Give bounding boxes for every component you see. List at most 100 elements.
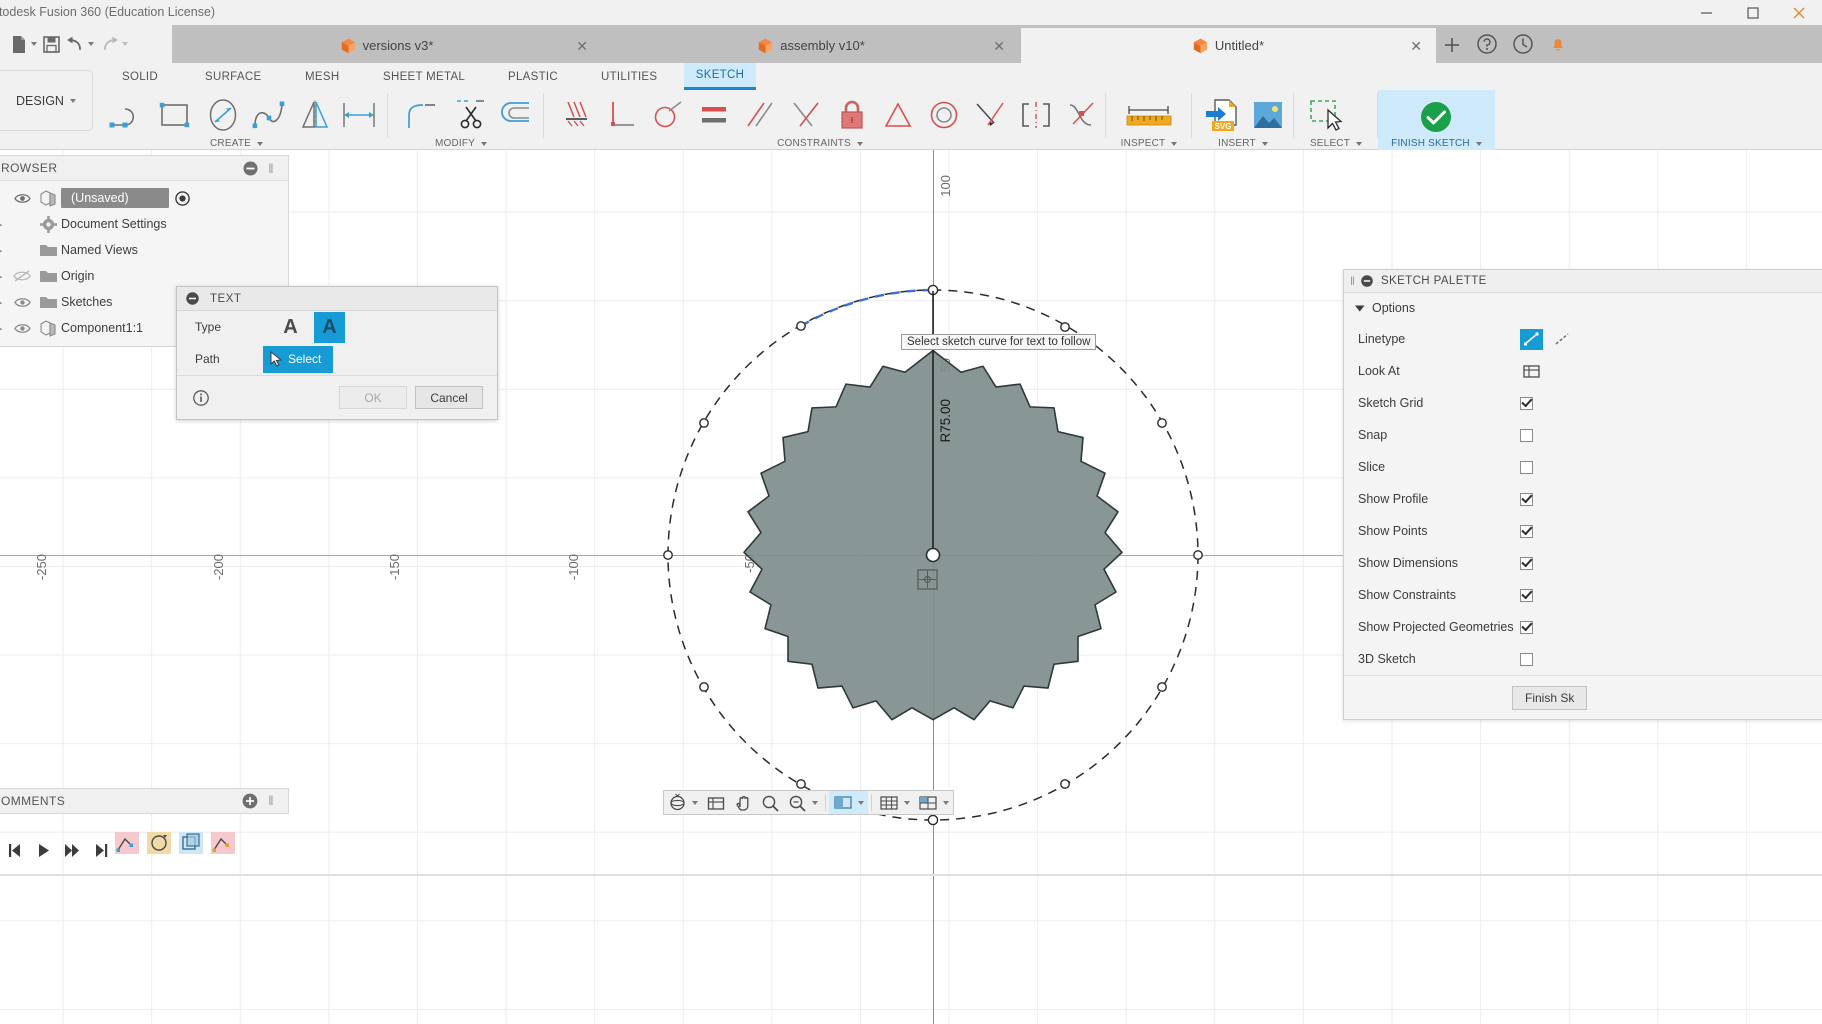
collapse-palette-icon[interactable] [1361,275,1373,287]
timeline-extrude-feature[interactable] [176,828,206,858]
collinear-constraint[interactable] [598,92,646,137]
ribbon-group-label-inspect[interactable]: INSPECT [1106,138,1192,149]
linetype-normal-swatch[interactable] [1520,329,1543,350]
zoom-button[interactable] [757,791,784,814]
slice-checkbox[interactable] [1520,461,1533,474]
browser-item-document-settings[interactable]: ▷ Document Settings [0,211,288,237]
rectangle-tool[interactable] [151,92,199,137]
visibility-eye-icon[interactable] [9,322,35,335]
line-tool[interactable] [103,92,151,137]
close-tab-icon[interactable]: ✕ [576,39,588,53]
fillet-tool[interactable] [398,92,446,137]
activate-component-radio[interactable] [175,191,190,206]
info-icon[interactable] [193,390,209,406]
timeline-step-back-begin[interactable] [6,842,23,859]
undo-button[interactable] [64,31,96,57]
ribbon-group-label-modify[interactable]: MODIFY [388,138,534,149]
show-points-checkbox[interactable] [1520,525,1533,538]
tab-surface[interactable]: SURFACE [194,63,272,90]
panel-grip-icon[interactable]: ‖ [1350,274,1353,288]
tab-mesh[interactable]: MESH [294,63,350,90]
browser-item-named-views[interactable]: ▷ Named Views [0,237,288,263]
midpoint-constraint[interactable] [874,92,922,137]
curvature-constraint[interactable] [966,92,1014,137]
timeline-sketch2-feature[interactable] [208,828,238,858]
text-on-path-type-button[interactable]: A [314,312,345,343]
expand-arrow-icon[interactable]: ▷ [0,244,9,257]
visibility-eye-icon[interactable] [9,296,35,309]
parallel-constraint[interactable] [736,92,784,137]
plain-text-type-button[interactable]: A [275,312,306,343]
plus-circle-icon[interactable] [242,793,258,809]
concentric-constraint[interactable] [644,92,692,137]
snap-checkbox[interactable] [1520,429,1533,442]
notifications-bell-icon[interactable] [1546,32,1572,58]
fix-unfix-constraint[interactable] [828,92,876,137]
trim-tool[interactable] [446,92,494,137]
tab-solid[interactable]: SOLID [111,63,169,90]
close-tab-icon[interactable]: ✕ [1410,39,1422,53]
timeline-play[interactable] [35,842,52,859]
expand-arrow-icon[interactable]: ▷ [0,218,9,231]
tab-sheet-metal[interactable]: SHEET METAL [372,63,476,90]
collapse-dialog-icon[interactable] [186,292,199,305]
symmetry-constraint[interactable] [1012,92,1060,137]
show-projected-geometries-checkbox[interactable] [1520,621,1533,634]
help-icon[interactable] [1475,32,1501,58]
viewports-button[interactable] [914,791,953,814]
timeline-sketch-feature[interactable] [112,828,142,858]
redo-button[interactable] [98,31,130,57]
cancel-button[interactable]: Cancel [415,386,483,409]
ok-button[interactable]: OK [339,386,407,409]
ribbon-group-label-constraints[interactable]: CONSTRAINTS [544,138,1096,149]
save-button[interactable] [41,31,62,57]
green-check-icon[interactable] [1412,94,1460,139]
expand-arrow-icon[interactable]: ▷ [0,296,9,309]
new-tab-button[interactable] [1440,33,1464,57]
insert-image-tool[interactable] [1244,92,1292,137]
finish-sketch-label[interactable]: FINISH SKETCH [1378,138,1495,149]
tab-sketch[interactable]: SKETCH [684,63,756,90]
3d-sketch-checkbox[interactable] [1520,653,1533,666]
mirror-tool[interactable] [291,92,339,137]
tangent-constraint[interactable] [920,92,968,137]
show-profile-checkbox[interactable] [1520,493,1533,506]
radius-dimension-label[interactable]: R75.00 [938,399,953,443]
equal-constraint[interactable] [690,92,738,137]
spline-tool[interactable] [245,92,293,137]
look-at-button[interactable] [702,791,730,814]
linetype-construction-swatch[interactable] [1551,329,1574,350]
palette-finish-sketch-button[interactable]: Finish Sk [1512,686,1587,710]
orbit-button[interactable] [664,791,702,814]
perpendicular-constraint[interactable] [782,92,830,137]
offset-tool[interactable] [492,92,540,137]
ribbon-group-label-create[interactable]: CREATE [95,138,378,149]
select-tool[interactable] [1304,92,1352,137]
show-constraints-checkbox[interactable] [1520,589,1533,602]
close-tab-icon[interactable]: ✕ [993,39,1005,53]
circle-tool[interactable] [199,92,247,137]
visibility-eye-icon[interactable] [9,192,35,205]
collapse-panel-icon[interactable] [243,161,258,176]
ribbon-group-label-select[interactable]: SELECT [1294,138,1378,149]
zoom-window-button[interactable] [784,791,822,814]
ribbon-group-label-insert[interactable]: INSERT [1192,138,1294,149]
visibility-eye-off-icon[interactable] [9,269,35,283]
sketch-grid-checkbox[interactable] [1520,397,1533,410]
job-status-icon[interactable] [1511,32,1537,58]
look-at-icon[interactable] [1520,361,1543,382]
timeline-revolve-feature[interactable] [144,828,174,858]
finish-sketch-group[interactable]: FINISH SKETCH [1378,90,1495,150]
timeline-step-forward[interactable] [64,842,81,859]
measure-tool[interactable] [1116,92,1182,137]
tab-plastic[interactable]: PLASTIC [497,63,569,90]
coincident-constraint[interactable] [552,92,600,137]
show-dimensions-checkbox[interactable] [1520,557,1533,570]
insert-svg-tool[interactable]: SVG [1198,92,1246,137]
expand-arrow-icon[interactable]: ▷ [0,322,9,335]
expand-arrow-icon[interactable]: ▷ [0,270,9,283]
browser-item-unsaved[interactable]: (Unsaved) [0,185,288,211]
text-dialog[interactable]: TEXT Type A A Path Select OK Cancel [176,286,498,420]
path-select-button[interactable]: Select [263,346,333,373]
timeline-end[interactable] [93,842,110,859]
